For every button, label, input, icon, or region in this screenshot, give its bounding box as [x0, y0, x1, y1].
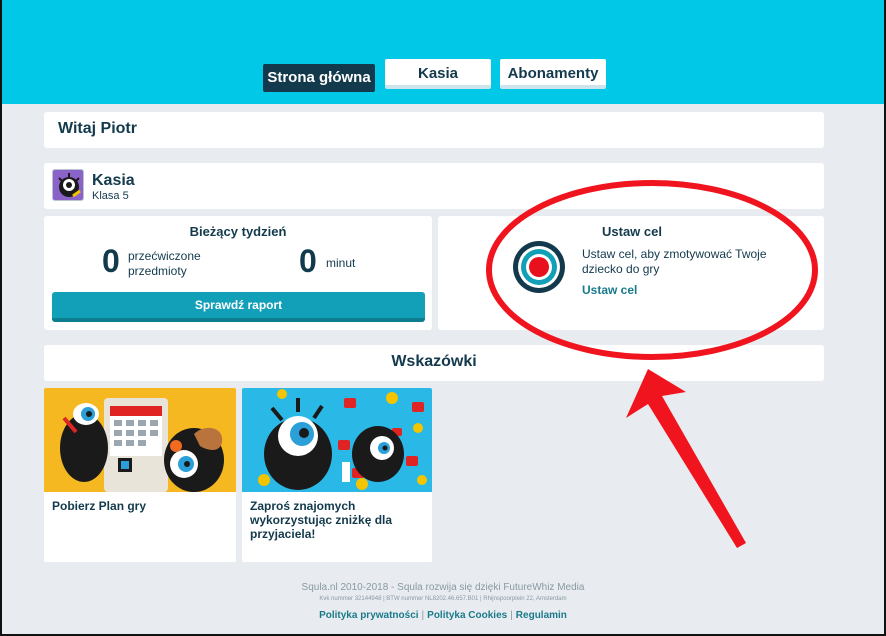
- check-report-button[interactable]: Sprawdź raport: [52, 292, 425, 322]
- child-profile-card[interactable]: Kasia Klasa 5: [44, 163, 824, 209]
- minutes-count: 0: [299, 243, 317, 279]
- goal-title: Ustaw cel: [602, 224, 662, 239]
- top-bar: Strona główna Kasia Abonamenty: [2, 0, 884, 104]
- child-avatar: [52, 169, 84, 201]
- invite-friends-illustration-icon: [242, 388, 432, 492]
- footer-separator: |: [510, 610, 513, 621]
- welcome-text: Witaj Piotr: [58, 120, 137, 137]
- footer-copyright: Squla.nl 2010-2018 - Squla rozwija się d…: [301, 582, 585, 593]
- monster-avatar-icon: [53, 170, 83, 200]
- minutes-label: minut: [326, 256, 356, 270]
- tips-title: Wskazówki: [391, 353, 477, 370]
- tip-text: Pobierz Plan gry: [52, 499, 147, 513]
- tips-header: Wskazówki: [44, 345, 824, 381]
- tip-text: Zaproś znajomych wykorzystując zniżkę dl…: [250, 499, 393, 541]
- footer-links: Polityka prywatności | Polityka Cookies | Re…: [2, 610, 884, 621]
- tip-card-invite-friends[interactable]: Zaproś znajomych wykorzystując zniżkę dl…: [242, 388, 432, 562]
- app-frame: Strona główna Kasia Abonamenty Witaj Pio…: [2, 0, 884, 634]
- subjects-label: przećwiczone przedmioty: [128, 249, 201, 279]
- set-goal-card: Ustaw cel Ustaw cel, aby zmotywować Twoj…: [438, 216, 824, 330]
- child-class: Klasa 5: [92, 190, 129, 202]
- subjects-label-line-2: przedmioty: [128, 264, 187, 278]
- tip-card-game-plan[interactable]: Pobierz Plan gry: [44, 388, 236, 562]
- tab-subscriptions[interactable]: Abonamenty: [500, 59, 606, 89]
- goal-description: Ustaw cel, aby zmotywować Twoje dziecko …: [582, 247, 767, 276]
- subjects-count: 0: [102, 243, 120, 279]
- welcome-card: Witaj Piotr: [44, 112, 824, 148]
- tab-kasia[interactable]: Kasia: [385, 59, 491, 89]
- game-plan-illustration-icon: [44, 388, 236, 492]
- footer-company-info: Kvk nummer 32144948 | BTW nummer NL8202.…: [319, 596, 567, 602]
- privacy-policy-link[interactable]: Polityka prywatności: [319, 610, 418, 621]
- subjects-label-line-1: przećwiczone: [128, 249, 201, 263]
- cookies-policy-link[interactable]: Polityka Cookies: [427, 610, 507, 621]
- annotation-arrow: [626, 369, 746, 548]
- target-icon: [513, 241, 565, 293]
- tab-home[interactable]: Strona główna: [263, 64, 375, 92]
- child-name: Kasia: [92, 172, 135, 189]
- current-week-card: Bieżący tydzień 0 przećwiczone przedmiot…: [44, 216, 432, 330]
- set-goal-link[interactable]: Ustaw cel: [582, 283, 637, 297]
- terms-link[interactable]: Regulamin: [516, 610, 567, 621]
- week-title: Bieżący tydzień: [189, 224, 287, 239]
- footer-separator: |: [421, 610, 425, 621]
